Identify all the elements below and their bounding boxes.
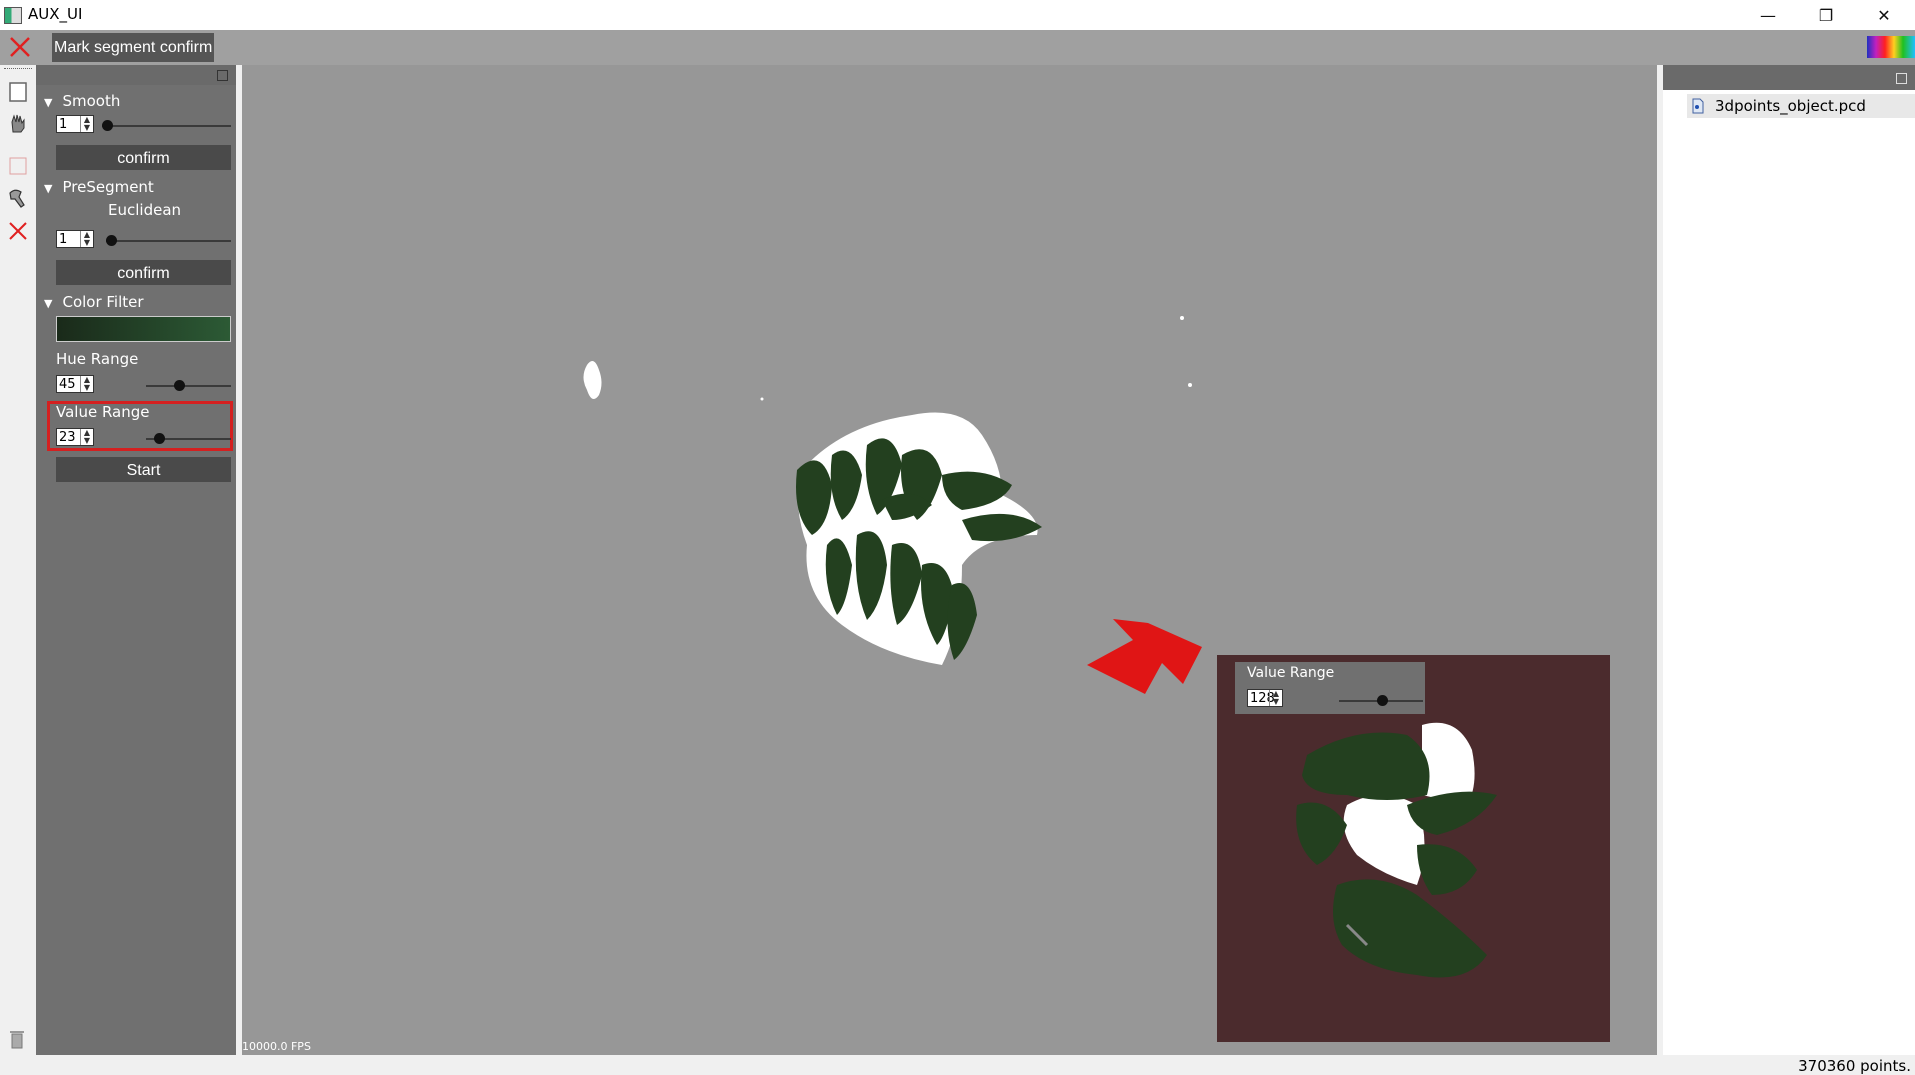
control-panel: ▼ Smooth 1 ▲ ▼ confirm ▼ PreSegment Euclidea…	[36, 65, 236, 1055]
presegment-spinbox[interactable]: 1 ▲ ▼	[56, 230, 94, 248]
start-button[interactable]: Start	[56, 457, 231, 482]
spin-arrows-icon[interactable]: ▲ ▼	[80, 231, 93, 247]
comparison-inset: Value Range 128 ▲ ▼	[1217, 655, 1610, 1042]
minimize-button[interactable]: —	[1739, 0, 1797, 30]
window-title: AUX_UI	[28, 5, 83, 23]
dock-icon[interactable]	[217, 70, 228, 81]
spin-arrows-icon[interactable]: ▲ ▼	[80, 429, 93, 445]
colormap-icon[interactable]	[1855, 36, 1915, 58]
file-item[interactable]: 3dpoints_object.pcd	[1687, 94, 1915, 118]
hand-icon[interactable]	[7, 112, 29, 134]
presegment-section[interactable]: ▼ PreSegment	[44, 178, 154, 196]
status-bar: 370360 points.	[0, 1055, 1915, 1075]
color-filter-section[interactable]: ▼ Color Filter	[44, 293, 144, 311]
file-name: 3dpoints_object.pcd	[1715, 97, 1866, 115]
delete-x-icon[interactable]	[7, 220, 29, 242]
fps-counter: 10000.0 FPS	[242, 1040, 311, 1053]
slider-handle[interactable]	[154, 433, 165, 444]
restore-button[interactable]: ❐	[1797, 0, 1855, 30]
inset-render	[1296, 722, 1497, 978]
smooth-section[interactable]: ▼ Smooth	[44, 92, 120, 110]
expand-triangle-icon[interactable]: ▼	[44, 182, 52, 195]
panel-header	[36, 65, 236, 85]
expand-triangle-icon[interactable]: ▼	[44, 297, 52, 310]
smooth-value: 1	[59, 117, 68, 132]
mark-segment-confirm-button[interactable]: Mark segment confirm	[52, 33, 215, 62]
smooth-confirm-button[interactable]: confirm	[56, 145, 231, 170]
box-select-icon[interactable]	[7, 155, 29, 177]
expand-triangle-icon[interactable]: ▼	[44, 96, 52, 109]
select-rect-icon[interactable]	[7, 81, 29, 103]
segment-method[interactable]: Euclidean	[108, 201, 181, 219]
slider-handle[interactable]	[106, 235, 117, 246]
app-icon	[4, 7, 22, 24]
presegment-slider[interactable]	[106, 235, 231, 246]
smooth-slider[interactable]	[102, 120, 231, 131]
spin-arrows-icon[interactable]: ▲ ▼	[80, 376, 93, 392]
spin-arrows-icon[interactable]: ▲ ▼	[80, 116, 93, 132]
value-range-slider[interactable]	[146, 433, 231, 444]
slider-handle[interactable]	[102, 120, 113, 131]
file-panel-header	[1663, 65, 1915, 90]
value-value: 23	[59, 430, 76, 445]
hue-range-spinbox[interactable]: 45 ▲ ▼	[56, 375, 94, 393]
color-swatch[interactable]	[56, 316, 231, 342]
left-toolstrip	[0, 65, 36, 1055]
point-count: 370360 points.	[1798, 1057, 1911, 1075]
value-range-spinbox[interactable]: 23 ▲ ▼	[56, 428, 94, 446]
hue-range-slider[interactable]	[146, 380, 231, 391]
smooth-title: Smooth	[62, 92, 121, 110]
toolbar-grip[interactable]	[4, 68, 32, 72]
hue-value: 45	[59, 377, 76, 392]
presegment-confirm-button[interactable]: confirm	[56, 260, 231, 285]
file-panel: 3dpoints_object.pcd	[1663, 65, 1915, 1055]
hue-range-label: Hue Range	[56, 350, 139, 368]
eyedropper-icon[interactable]	[7, 187, 29, 209]
presegment-value: 1	[59, 232, 68, 247]
value-range-label: Value Range	[56, 403, 150, 421]
presegment-title: PreSegment	[62, 178, 154, 196]
slider-handle[interactable]	[174, 380, 185, 391]
dock-icon[interactable]	[1896, 73, 1907, 84]
toolbar: Mark segment confirm	[0, 30, 1915, 65]
color-filter-title: Color Filter	[62, 293, 144, 311]
close-x-icon[interactable]	[6, 33, 34, 61]
trash-icon[interactable]	[9, 1029, 25, 1049]
point-cloud-file-icon	[1692, 98, 1704, 114]
close-button[interactable]: ✕	[1855, 0, 1913, 30]
title-bar: AUX_UI — ❐ ✕	[0, 0, 1915, 30]
smooth-spinbox[interactable]: 1 ▲ ▼	[56, 115, 94, 133]
